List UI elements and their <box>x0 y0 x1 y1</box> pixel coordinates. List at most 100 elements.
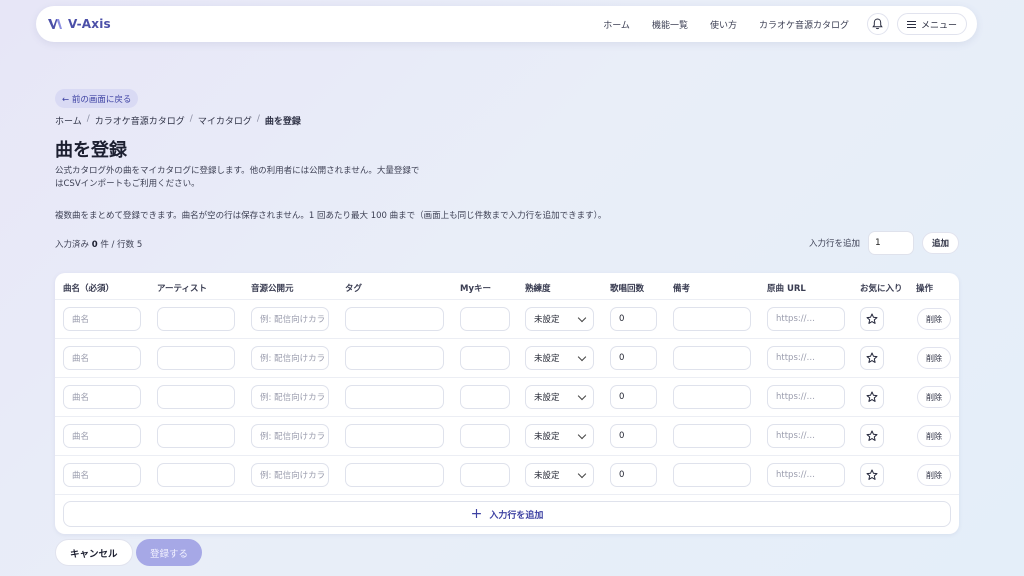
title-input[interactable]: 曲名 <box>63 424 141 448</box>
menu-button[interactable]: メニュー <box>896 13 967 35</box>
favorite-button[interactable] <box>860 346 884 370</box>
tags-input[interactable] <box>345 346 444 370</box>
skill-select[interactable]: 未設定 <box>525 307 594 331</box>
brand-name: V-Axis <box>68 17 111 31</box>
counter-prefix: 入力済み <box>55 240 90 250</box>
nav-home[interactable]: ホーム <box>603 18 630 31</box>
source-input[interactable]: 例: 配信向けカラ <box>251 424 329 448</box>
favorite-button[interactable] <box>860 463 884 487</box>
skill-select[interactable]: 未設定 <box>525 385 594 409</box>
nav-karaoke-catalog[interactable]: カラオケ音源カタログ <box>759 18 849 31</box>
submit-button[interactable]: 登録する <box>136 539 203 566</box>
artist-input[interactable] <box>157 385 235 409</box>
back-button[interactable]: ← 前の画面に戻る <box>55 89 139 108</box>
sing-count-value: 0 <box>619 470 625 480</box>
nav-howto[interactable]: 使い方 <box>710 18 737 31</box>
tags-input[interactable] <box>345 385 444 409</box>
counter-mid: 件 / 行数 <box>100 240 135 250</box>
title-input[interactable]: 曲名 <box>63 463 141 487</box>
col-title: 曲名（必須） <box>63 284 115 294</box>
brand-logo[interactable]: V-Axis <box>48 17 111 31</box>
breadcrumb: ホーム / カラオケ音源カタログ / マイカタログ / 曲を登録 <box>55 114 301 127</box>
title-input[interactable]: 曲名 <box>63 385 141 409</box>
breadcrumb-my-catalog[interactable]: マイカタログ <box>198 114 252 127</box>
source-placeholder: 例: 配信向けカラ <box>260 471 326 481</box>
original-url-input[interactable]: https://… <box>767 385 845 409</box>
title-input[interactable]: 曲名 <box>63 346 141 370</box>
add-input-row-button[interactable]: + 入力行を追加 <box>63 501 951 527</box>
menu-label: メニュー <box>920 20 957 31</box>
table-row: 曲名 例: 配信向けカラ 未設定 0 https://… 削除 <box>55 456 959 495</box>
add-rows-count-input[interactable] <box>867 231 914 255</box>
col-favorite: お気に入り <box>860 284 903 294</box>
favorite-button[interactable] <box>860 424 884 448</box>
my-key-input[interactable] <box>460 346 510 370</box>
title-placeholder: 曲名 <box>72 393 90 403</box>
sing-count-input[interactable]: 0 <box>610 463 657 487</box>
artist-input[interactable] <box>157 424 235 448</box>
notes-input[interactable] <box>673 424 751 448</box>
notes-input[interactable] <box>673 307 751 331</box>
my-key-input[interactable] <box>460 463 510 487</box>
sing-count-value: 0 <box>619 314 625 324</box>
delete-row-button[interactable]: 削除 <box>917 425 951 447</box>
nav-features[interactable]: 機能一覧 <box>652 18 688 31</box>
skill-select[interactable]: 未設定 <box>525 463 594 487</box>
title-placeholder: 曲名 <box>72 432 90 442</box>
row-counter: 入力済み 0 件 / 行数 5 <box>55 238 142 250</box>
delete-row-button[interactable]: 削除 <box>917 386 951 408</box>
bell-icon <box>872 18 884 30</box>
source-input[interactable]: 例: 配信向けカラ <box>251 385 329 409</box>
my-key-input[interactable] <box>460 424 510 448</box>
sing-count-value: 0 <box>619 431 625 441</box>
col-notes: 備考 <box>673 284 691 294</box>
sing-count-input[interactable]: 0 <box>610 385 657 409</box>
star-icon <box>866 313 878 324</box>
bulk-note: 複数曲をまとめて登録できます。曲名が空の行は保存されません。1 回あたり最大 1… <box>55 211 607 221</box>
sing-count-input[interactable]: 0 <box>610 346 657 370</box>
artist-input[interactable] <box>157 307 235 331</box>
original-url-input[interactable]: https://… <box>767 463 845 487</box>
title-placeholder: 曲名 <box>72 315 90 325</box>
original-url-input[interactable]: https://… <box>767 424 845 448</box>
delete-row-button[interactable]: 削除 <box>917 347 951 369</box>
source-input[interactable]: 例: 配信向けカラ <box>251 346 329 370</box>
original-url-input[interactable]: https://… <box>767 346 845 370</box>
breadcrumb-home[interactable]: ホーム <box>55 114 82 127</box>
tags-input[interactable] <box>345 463 444 487</box>
source-input[interactable]: 例: 配信向けカラ <box>251 307 329 331</box>
skill-select[interactable]: 未設定 <box>525 424 594 448</box>
col-tags: タグ <box>345 284 363 294</box>
page-description: 公式カタログ外の曲をマイカタログに登録します。他の利用者には公開されません。大量… <box>55 166 420 189</box>
skill-select[interactable]: 未設定 <box>525 346 594 370</box>
table-row: 曲名 例: 配信向けカラ 未設定 0 https://… 削除 <box>55 417 959 456</box>
favorite-button[interactable] <box>860 385 884 409</box>
add-rows-label: 入力行を追加 <box>808 239 860 249</box>
tags-input[interactable] <box>345 424 444 448</box>
add-rows-button[interactable]: 追加 <box>921 232 959 254</box>
breadcrumb-karaoke-catalog[interactable]: カラオケ音源カタログ <box>95 114 185 127</box>
artist-input[interactable] <box>157 463 235 487</box>
notes-input[interactable] <box>673 346 751 370</box>
favorite-button[interactable] <box>860 307 884 331</box>
col-skill: 熟練度 <box>525 284 551 294</box>
delete-row-button[interactable]: 削除 <box>917 464 951 486</box>
my-key-input[interactable] <box>460 307 510 331</box>
artist-input[interactable] <box>157 346 235 370</box>
sing-count-input[interactable]: 0 <box>610 424 657 448</box>
cancel-button[interactable]: キャンセル <box>55 539 133 566</box>
my-key-input[interactable] <box>460 385 510 409</box>
source-input[interactable]: 例: 配信向けカラ <box>251 463 329 487</box>
table-header: 曲名（必須） アーティスト 音源公開元 タグ Myキー 熟練度 歌唱回数 備考 … <box>55 273 959 300</box>
title-input[interactable]: 曲名 <box>63 307 141 331</box>
col-source: 音源公開元 <box>251 284 294 294</box>
notifications-button[interactable] <box>866 13 889 35</box>
notes-input[interactable] <box>673 463 751 487</box>
delete-row-button[interactable]: 削除 <box>917 308 951 330</box>
sing-count-input[interactable]: 0 <box>610 307 657 331</box>
notes-input[interactable] <box>673 385 751 409</box>
tags-input[interactable] <box>345 307 444 331</box>
original-url-input[interactable]: https://… <box>767 307 845 331</box>
url-placeholder: https://… <box>776 314 815 324</box>
breadcrumb-separator: / <box>86 114 90 124</box>
